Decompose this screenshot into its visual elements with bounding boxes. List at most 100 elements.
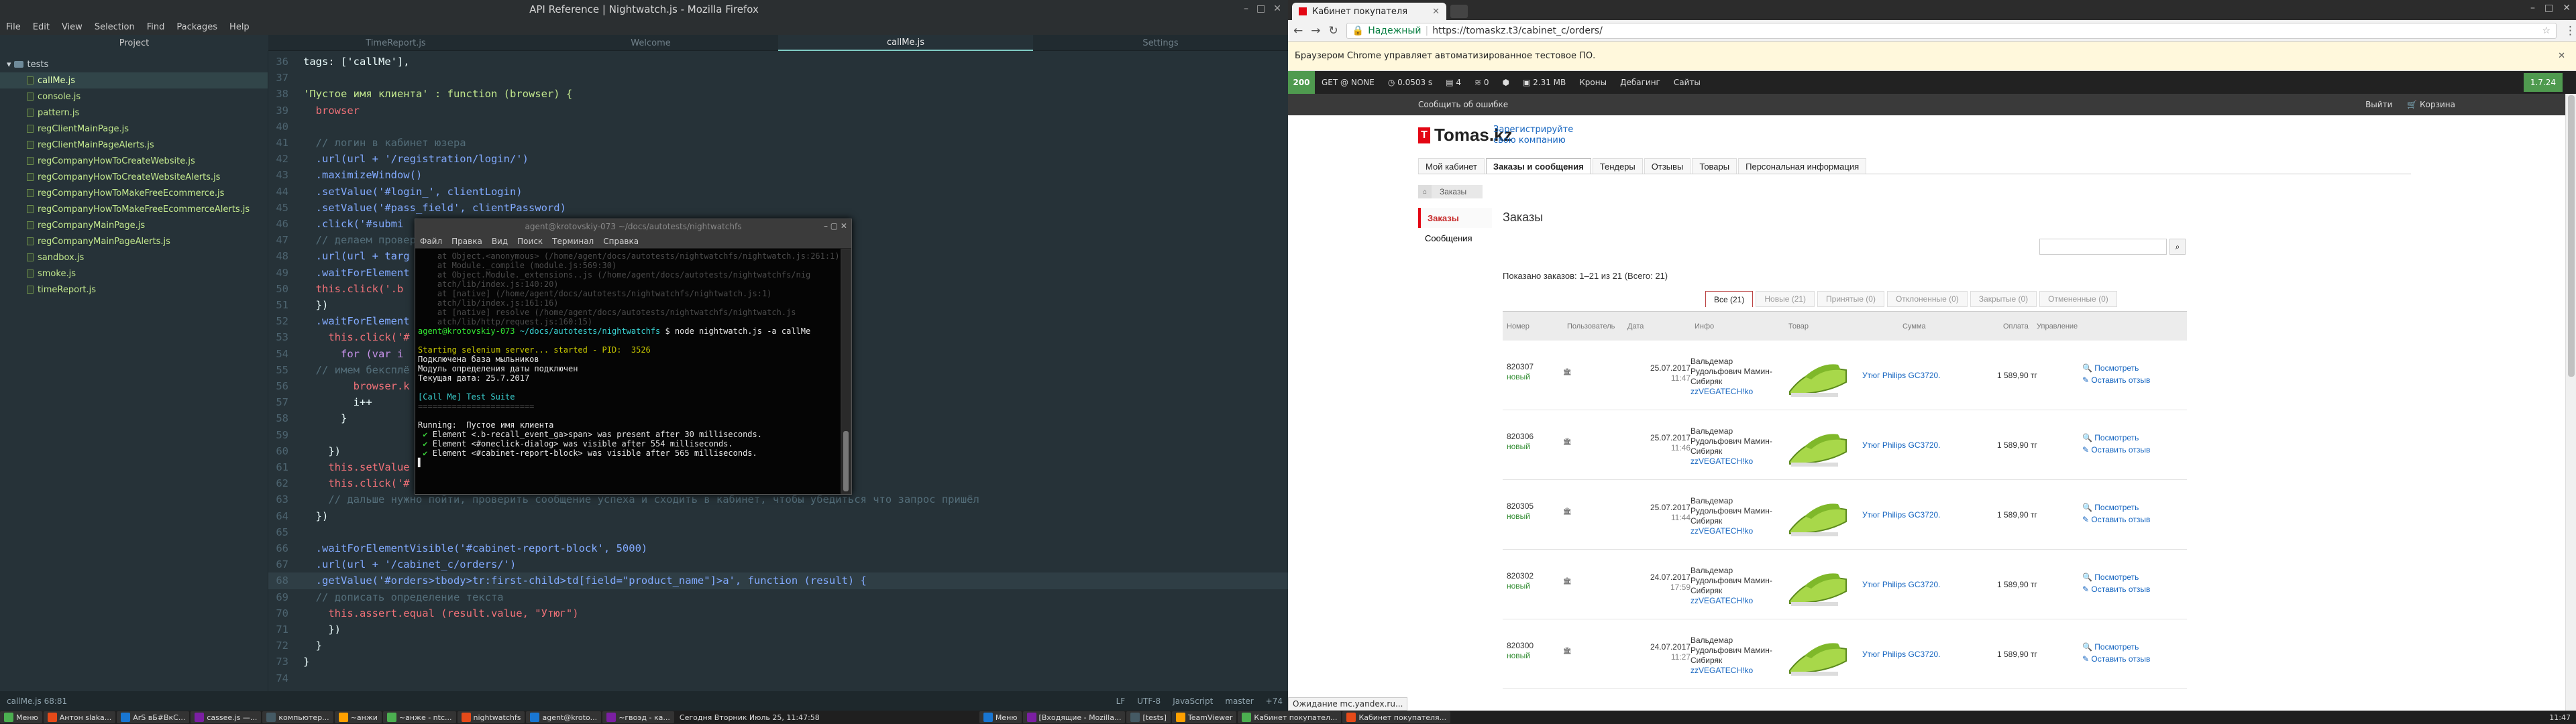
- tree-file[interactable]: smoke.js: [0, 265, 268, 282]
- view-order-link[interactable]: 🔍 Посмотреть: [2082, 432, 2150, 444]
- encoding[interactable]: UTF-8: [1137, 697, 1161, 706]
- infobar-close-icon[interactable]: ✕: [2558, 51, 2565, 61]
- column-header[interactable]: Управление: [2033, 322, 2120, 330]
- report-bug-link[interactable]: Сообщить об ошибке: [1418, 100, 1508, 109]
- filter-tab[interactable]: Принятые (0): [1817, 291, 1884, 307]
- menu-packages[interactable]: Packages: [170, 22, 223, 32]
- leave-review-link[interactable]: ✎ Оставить отзыв: [2082, 653, 2150, 665]
- address-bar[interactable]: 🔒 Надежный | https://tomaskz.t3/cabinet_…: [1346, 22, 2557, 39]
- taskbar-item[interactable]: Меню: [0, 711, 42, 723]
- reload-icon[interactable]: ↻: [1329, 24, 1338, 38]
- taskbar-item[interactable]: nightwatchfs: [457, 711, 525, 723]
- maximize-icon[interactable]: □: [1256, 3, 1265, 14]
- product-image[interactable]: [1784, 559, 1851, 613]
- debug-link-debug[interactable]: Дебагинг: [1613, 78, 1667, 87]
- sidenav-item[interactable]: Сообщения: [1418, 228, 1492, 248]
- tab-timereport[interactable]: TimeReport.js: [268, 35, 523, 51]
- menu-find[interactable]: Find: [141, 22, 171, 32]
- search-button[interactable]: ⌕: [2169, 239, 2186, 255]
- filter-tab[interactable]: Отмененные (0): [2039, 291, 2117, 307]
- tree-file[interactable]: console.js: [0, 88, 268, 105]
- tree-file[interactable]: regCompanyHowToCreateWebsite.js: [0, 153, 268, 169]
- clock-left[interactable]: Сегодня Вторник Июль 25, 11:47:58: [676, 711, 824, 723]
- minimize-icon[interactable]: –: [1244, 3, 1248, 14]
- terminal-menu-search[interactable]: Поиск: [513, 237, 547, 246]
- product-image[interactable]: [1784, 420, 1851, 473]
- menu-selection[interactable]: Selection: [89, 22, 141, 32]
- terminal-scrollbar[interactable]: [842, 250, 850, 493]
- company-link[interactable]: zzVEGATECH!ko: [1690, 666, 1753, 675]
- view-order-link[interactable]: 🔍 Посмотреть: [2082, 641, 2150, 653]
- menu-edit[interactable]: Edit: [27, 22, 56, 32]
- status-code-badge[interactable]: 200: [1288, 71, 1315, 94]
- logout-link[interactable]: Выйти: [2365, 100, 2392, 109]
- column-header[interactable]: Оплата: [1999, 322, 2033, 330]
- product-image[interactable]: [1784, 489, 1851, 543]
- menu-file[interactable]: File: [0, 22, 27, 32]
- taskbar-item[interactable]: TeamViewer: [1171, 711, 1237, 723]
- breadcrumb-item[interactable]: Заказы: [1432, 185, 1483, 198]
- column-header[interactable]: Инфо: [1690, 322, 1784, 330]
- terminal-window[interactable]: agent@krotovskiy-073 ~/docs/autotests/ni…: [415, 219, 852, 495]
- tree-file[interactable]: regCompanyHowToMakeFreeEcommerce.js: [0, 185, 268, 201]
- clock-right[interactable]: 11:47: [2545, 711, 2575, 723]
- leave-review-link[interactable]: ✎ Оставить отзыв: [2082, 444, 2150, 456]
- terminal-output[interactable]: at Object.<anonymous> (/home/agent/docs/…: [415, 249, 841, 494]
- taskbar-item[interactable]: компьютер...: [262, 711, 333, 723]
- cabinet-tab[interactable]: Отзывы: [1644, 158, 1691, 174]
- tree-file[interactable]: regCompanyMainPageAlerts.js: [0, 233, 268, 249]
- terminal-menu-file[interactable]: Файл: [415, 237, 447, 246]
- column-header[interactable]: Номер: [1503, 322, 1563, 330]
- request-method[interactable]: GET @ NONE: [1315, 78, 1381, 87]
- close-icon[interactable]: ✕: [1273, 3, 1281, 14]
- tree-file[interactable]: timeReport.js: [0, 282, 268, 298]
- cabinet-tab[interactable]: Товары: [1692, 158, 1737, 174]
- product-image[interactable]: [1784, 629, 1851, 682]
- new-tab-button[interactable]: [1450, 5, 1468, 18]
- version-badge[interactable]: 1.7.24: [2523, 73, 2563, 92]
- terminal-menu-terminal[interactable]: Терминал: [547, 237, 598, 246]
- tree-file[interactable]: regCompanyHowToCreateWebsiteAlerts.js: [0, 169, 268, 185]
- company-link[interactable]: zzVEGATECH!ko: [1690, 457, 1753, 466]
- column-header[interactable]: Товар: [1784, 322, 1898, 330]
- line-ending[interactable]: LF: [1116, 697, 1126, 706]
- orders-search-input[interactable]: [2039, 239, 2167, 255]
- tree-file[interactable]: regCompanyHowToMakeFreeEcommerceAlerts.j…: [0, 201, 268, 217]
- cabinet-tab[interactable]: Мой кабинет: [1418, 158, 1485, 174]
- grammar[interactable]: JavaScript: [1173, 697, 1213, 706]
- taskbar-item[interactable]: Кабинет покупателя...: [1342, 711, 1451, 723]
- chrome-tab[interactable]: Кабинет покупателя ✕: [1292, 3, 1446, 20]
- debug-link-crons[interactable]: Кроны: [1572, 78, 1613, 87]
- forward-icon[interactable]: →: [1311, 24, 1320, 38]
- tab-welcome[interactable]: Welcome: [523, 35, 778, 51]
- cabinet-tab[interactable]: Персональная информация: [1738, 158, 1867, 174]
- tree-folder-tests[interactable]: ▾ tests: [0, 56, 268, 72]
- taskbar-item[interactable]: ~анжи: [334, 711, 382, 723]
- product-link[interactable]: Утюг Philips GC3720.: [1862, 650, 1941, 659]
- chrome-close-icon[interactable]: ✕: [2563, 3, 2571, 13]
- filter-tab[interactable]: Все (21): [1705, 291, 1754, 307]
- leave-review-link[interactable]: ✎ Оставить отзыв: [2082, 514, 2150, 526]
- back-icon[interactable]: ←: [1293, 24, 1303, 38]
- product-link[interactable]: Утюг Philips GC3720.: [1862, 371, 1941, 380]
- filter-tab[interactable]: Закрытые (0): [1970, 291, 2037, 307]
- menu-view[interactable]: View: [56, 22, 89, 32]
- filter-tab[interactable]: Отклоненные (0): [1886, 291, 1968, 307]
- taskbar-item[interactable]: Меню: [979, 711, 1022, 723]
- tree-file[interactable]: sandbox.js: [0, 249, 268, 265]
- company-link[interactable]: zzVEGATECH!ko: [1690, 596, 1753, 605]
- product-link[interactable]: Утюг Philips GC3720.: [1862, 510, 1941, 520]
- view-order-link[interactable]: 🔍 Посмотреть: [2082, 362, 2150, 374]
- product-link[interactable]: Утюг Philips GC3720.: [1862, 440, 1941, 450]
- tree-file[interactable]: regCompanyMainPage.js: [0, 217, 268, 233]
- taskbar-item[interactable]: ~анже - ntc...: [382, 711, 456, 723]
- terminal-menu-edit[interactable]: Правка: [447, 237, 487, 246]
- view-order-link[interactable]: 🔍 Посмотреть: [2082, 501, 2150, 514]
- product-image[interactable]: [1784, 350, 1851, 404]
- tab-settings[interactable]: Settings: [1033, 35, 1288, 51]
- company-link[interactable]: zzVEGATECH!ko: [1690, 387, 1753, 396]
- product-link[interactable]: Утюг Philips GC3720.: [1862, 580, 1941, 589]
- menu-help[interactable]: Help: [223, 22, 256, 32]
- terminal-close-icon[interactable]: – ▢ ✕: [824, 221, 847, 231]
- taskbar-item[interactable]: Кабинет покупател...: [1238, 711, 1342, 723]
